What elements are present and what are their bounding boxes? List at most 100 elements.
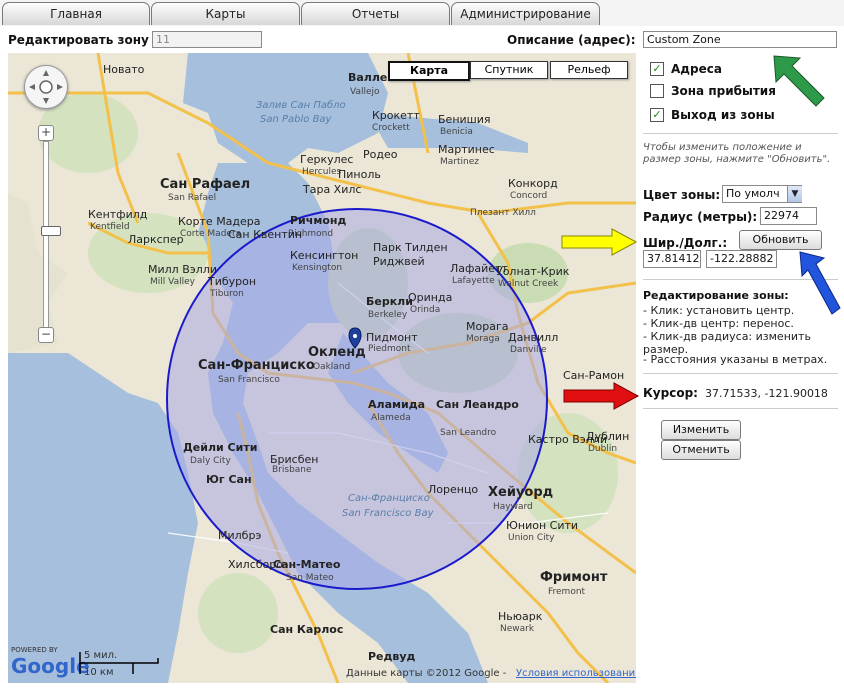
map-label: Фримонт bbox=[540, 570, 608, 585]
hand-icon bbox=[29, 70, 63, 104]
map-label: Ларкспер bbox=[128, 233, 184, 246]
map-label: Walnut Creek bbox=[498, 279, 559, 289]
map-label: Парк Тилден bbox=[373, 241, 448, 254]
exit-zone-label: Выход из зоны bbox=[671, 108, 775, 122]
map-label: Сан Карлос bbox=[270, 623, 344, 636]
zone-header: Редактировать зону 11 Описание (адрес): … bbox=[0, 26, 844, 52]
map-label: Oakland bbox=[313, 362, 351, 372]
map-label: Orinda bbox=[410, 305, 441, 315]
longitude-input[interactable]: -122.28882 bbox=[706, 250, 777, 268]
map-label: Ньюарк bbox=[498, 610, 543, 623]
radius-input[interactable]: 22974 bbox=[760, 207, 817, 225]
zone-color-label: Цвет зоны: bbox=[643, 188, 721, 202]
map-label: Fremont bbox=[548, 587, 586, 597]
map-label: Кенсингтон bbox=[290, 249, 359, 262]
zoom-slider-track[interactable] bbox=[41, 141, 61, 329]
map-label: Mill Valley bbox=[150, 277, 195, 287]
map-label: Оринда bbox=[408, 291, 453, 304]
zoom-out-button[interactable]: − bbox=[38, 327, 54, 343]
map-label: Конкорд bbox=[508, 177, 558, 190]
map-type-satellite-button[interactable]: Спутник bbox=[470, 61, 548, 79]
latlng-label: Шир./Долг.: bbox=[643, 236, 728, 250]
pan-control[interactable] bbox=[24, 65, 68, 109]
map-canvas[interactable]: Сан-Франциско San Francisco Окленд Oakla… bbox=[8, 53, 636, 683]
map-label: Кастро Вэлли bbox=[528, 433, 608, 446]
chevron-down-icon[interactable]: ▼ bbox=[787, 186, 802, 202]
map-label: Аламида bbox=[368, 398, 425, 411]
radius-label: Радиус (метры): bbox=[643, 210, 758, 224]
map-label: Милбрэ bbox=[218, 529, 262, 542]
zone-settings-panel: ✓ Адреса Зона прибытия ✓ Выход из зоны Ч… bbox=[637, 53, 844, 689]
tab-reports[interactable]: Отчеты bbox=[301, 2, 450, 25]
description-label: Описание (адрес): bbox=[507, 33, 636, 47]
description-input[interactable]: Custom Zone bbox=[643, 31, 837, 48]
map-label: Кентфилд bbox=[88, 208, 148, 221]
map-label: Concord bbox=[510, 191, 548, 201]
cursor-label: Курсор: bbox=[643, 386, 698, 400]
map-label: Kensington bbox=[292, 263, 343, 273]
powered-by-label: POWERED BY bbox=[11, 646, 58, 654]
map-label: Тара Хилс bbox=[303, 183, 362, 196]
map-label: Сан-Матео bbox=[273, 558, 341, 571]
map-label: Юнион Сити bbox=[506, 519, 579, 532]
zone-color-value: По умолч bbox=[726, 187, 780, 200]
update-hint: Чтобы изменить положение и размер зоны, … bbox=[643, 142, 831, 165]
map-label: Vallejo bbox=[350, 87, 380, 97]
map-label: Корте Мадера bbox=[178, 215, 261, 228]
cancel-button[interactable]: Отменить bbox=[661, 440, 741, 460]
tab-home[interactable]: Главная bbox=[2, 2, 150, 25]
divider bbox=[643, 133, 838, 134]
map-label: Юг Сан bbox=[206, 473, 252, 486]
zoom-slider-thumb[interactable] bbox=[41, 226, 61, 236]
map-type-map-button[interactable]: Карта bbox=[388, 61, 470, 81]
map-label: Berkeley bbox=[368, 310, 408, 320]
red-arrow-icon bbox=[563, 382, 640, 410]
map-label: Kentfield bbox=[90, 222, 130, 232]
divider bbox=[643, 408, 838, 409]
map-label: Moraga bbox=[466, 334, 500, 344]
map-label: San Pablo Bay bbox=[260, 114, 332, 125]
arrival-zone-checkbox[interactable] bbox=[650, 84, 664, 98]
terms-link[interactable]: Условия использования bbox=[516, 668, 636, 679]
edit-instruction: - Расстояния указаны в метрах. bbox=[643, 353, 828, 366]
zoom-control: + − bbox=[38, 125, 61, 343]
map-label: Окленд bbox=[308, 345, 366, 360]
tab-administration[interactable]: Администрирование bbox=[451, 2, 600, 25]
map-label: Мартинес bbox=[438, 143, 495, 156]
zone-id-field: 11 bbox=[152, 31, 262, 48]
map-label: Lafayette bbox=[452, 276, 495, 286]
map-label: San Mateo bbox=[286, 573, 334, 583]
scale-miles: 5 мил. bbox=[84, 650, 118, 661]
update-button[interactable]: Обновить bbox=[739, 230, 822, 250]
latitude-input[interactable]: 37.81412 bbox=[643, 250, 701, 268]
map-label: Крокетт bbox=[372, 109, 420, 122]
map-type-terrain-button[interactable]: Рельеф bbox=[550, 61, 628, 79]
map-label: Crockett bbox=[372, 123, 410, 133]
map-label: Hercules bbox=[302, 167, 342, 177]
map-label: Геркулес bbox=[300, 153, 354, 166]
exit-zone-checkbox[interactable]: ✓ bbox=[650, 108, 664, 122]
map-label: Уолнат-Крик bbox=[496, 265, 570, 278]
map-label: Хейуорд bbox=[488, 485, 554, 500]
map-label: Ричмонд bbox=[290, 214, 347, 227]
map-copyright: Данные карты ©2012 Google - bbox=[346, 668, 507, 679]
map-label: Tiburon bbox=[210, 289, 244, 299]
map-label: Piedmont bbox=[368, 344, 411, 354]
blue-arrow-icon bbox=[799, 251, 841, 315]
zoom-in-button[interactable]: + bbox=[38, 125, 54, 141]
tab-maps[interactable]: Карты bbox=[151, 2, 300, 25]
addresses-label: Адреса bbox=[671, 62, 722, 76]
addresses-checkbox[interactable]: ✓ bbox=[650, 62, 664, 76]
map-label: Сан Леандро bbox=[436, 398, 519, 411]
map-label: Пидмонт bbox=[366, 331, 418, 344]
edit-zone-title: Редактирование зоны: bbox=[643, 289, 789, 302]
map-label: Martinez bbox=[440, 157, 479, 167]
change-button[interactable]: Изменить bbox=[661, 420, 741, 440]
green-arrow-icon bbox=[773, 55, 825, 107]
map-label: Хилсборо bbox=[228, 558, 283, 571]
map-label: Беркли bbox=[366, 295, 413, 308]
map-label: Alameda bbox=[371, 413, 411, 423]
map-label: Риджвей bbox=[373, 255, 425, 268]
map-label: Daly City bbox=[190, 456, 231, 466]
cursor-coordinates: 37.71533, -121.90018 bbox=[705, 387, 828, 400]
